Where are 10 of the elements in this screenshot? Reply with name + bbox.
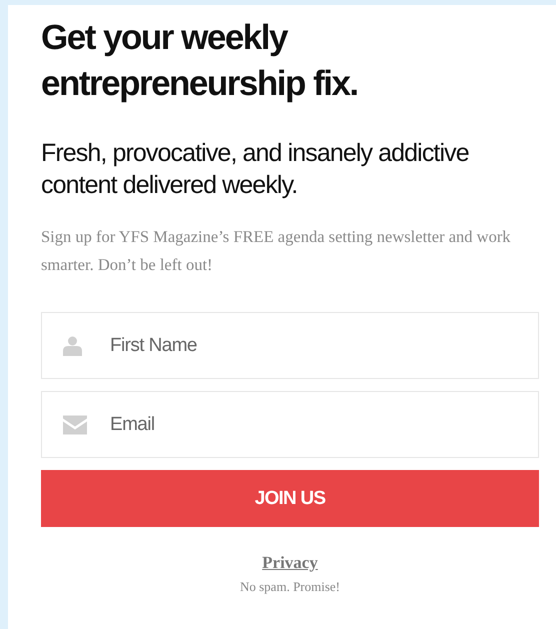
join-button[interactable]: JOIN US [41,470,539,527]
headline: Get your weekly entrepreneurship fix. [41,17,359,105]
intro-text: Sign up for YFS Magazine’s FREE agenda setting newsletter and work smarter. Don’t be left out! [41,226,512,276]
subheadline: Fresh, provocative, and insanely addictive content delivered weekly. [41,138,470,201]
privacy-link[interactable]: Privacy [262,553,318,573]
envelope-icon [63,415,87,434]
email-field[interactable]: Email [41,391,539,458]
name-field[interactable]: First Name [41,312,539,379]
person-icon [63,336,82,356]
no-spam-note: No spam. Promise! [240,579,340,595]
